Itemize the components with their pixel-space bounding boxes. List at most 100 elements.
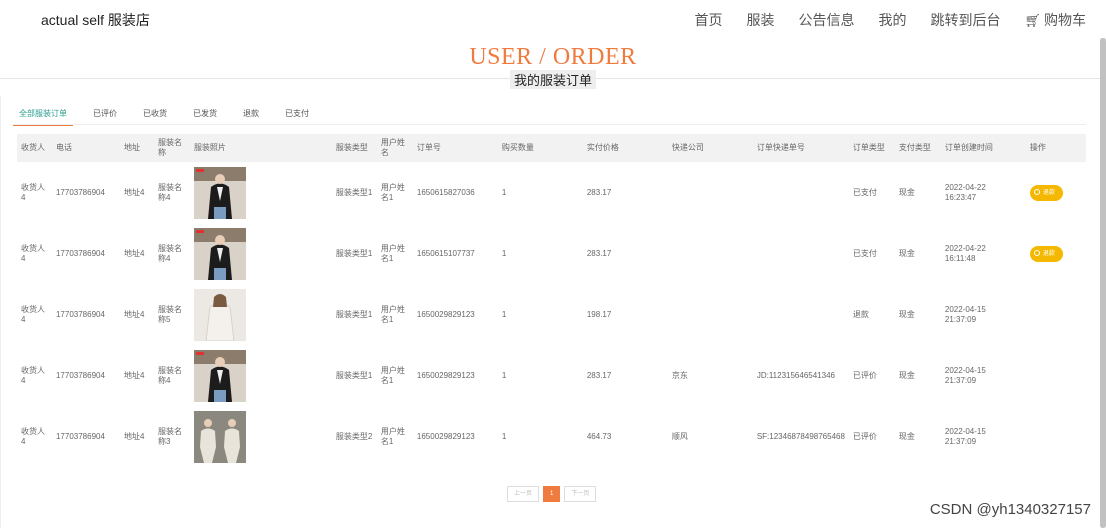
orders-table: 收货人 电话 地址 服装名称 服装照片 服装类型 用户姓名 订单号 购买数量 实… [17, 134, 1086, 467]
refund-icon [1033, 188, 1040, 195]
table-row: 收货人4 17703786904 地址4 服装名称5 服装类型1 用户姓名1 1… [17, 284, 1086, 345]
col-user-name: 用户姓名 [380, 138, 405, 157]
cell-photo [190, 345, 332, 406]
cell-created-time: 2022-04-15 21:37:09 [941, 406, 1026, 467]
created-clock: 16:23:47 [944, 192, 977, 202]
pagination: 上一页 1 下一页 [507, 486, 597, 502]
cell-phone: 17703786904 [55, 431, 105, 441]
col-clothing-photo: 服装照片 [193, 143, 226, 152]
prev-page-button[interactable]: 上一页 [507, 486, 540, 502]
cell-clothing-type: 服装类型1 [335, 187, 373, 197]
page-scrollbar[interactable] [1100, 38, 1106, 528]
nav-clothing[interactable]: 服装 [746, 10, 774, 30]
cart-icon: 🛒︎ [1024, 13, 1041, 28]
nav-announcements[interactable]: 公告信息 [798, 10, 854, 30]
clothing-photo[interactable] [193, 166, 246, 219]
refund-label: 退款 [1042, 250, 1055, 257]
cell-clothing-name: 服装名称3 [157, 426, 182, 446]
cell-address: 地址4 [123, 309, 145, 319]
cell-phone: 17703786904 [55, 187, 105, 197]
cell-order-type: 已支付 [852, 187, 877, 197]
col-address: 地址 [123, 143, 140, 152]
cell-photo [190, 284, 332, 345]
clothing-photo[interactable] [193, 288, 246, 341]
cell-recipient: 收货人4 [21, 365, 45, 385]
clothing-photo[interactable] [193, 410, 246, 463]
top-navbar: actual self 服装店 首页 服装 公告信息 我的 跳转到后台 🛒︎ 购物… [0, 0, 1106, 38]
cell-address: 地址4 [123, 431, 145, 441]
col-quantity: 购买数量 [501, 143, 534, 152]
cell-quantity: 1 [501, 248, 507, 258]
main-nav: 首页 服装 公告信息 我的 跳转到后台 🛒︎ 购物车 [694, 10, 1086, 30]
next-page-button[interactable]: 下一页 [564, 486, 597, 502]
refund-button[interactable]: 退款 [1029, 245, 1063, 262]
cell-quantity: 1 [501, 187, 507, 197]
col-price: 实付价格 [586, 143, 619, 152]
table-row: 收货人4 17703786904 地址4 服装名称4 服装类型1 用户姓名1 1… [17, 162, 1086, 223]
col-order-type: 订单类型 [852, 143, 885, 152]
cell-quantity: 1 [501, 431, 507, 441]
cell-courier [668, 162, 753, 223]
brand-logo[interactable]: actual self 服装店 [41, 10, 150, 30]
refund-button[interactable]: 退款 [1029, 184, 1063, 201]
watermark: CSDN @yh1340327157 [929, 501, 1091, 518]
col-clothing-name: 服装名称 [157, 138, 182, 157]
table-row: 收货人4 17703786904 地址4 服装名称4 服装类型1 用户姓名1 1… [17, 345, 1086, 406]
cell-created-time: 2022-04-22 16:11:48 [941, 223, 1026, 284]
cell-actions [1026, 406, 1086, 467]
cell-price: 283.17 [586, 248, 612, 258]
cell-actions [1026, 284, 1086, 345]
tab-received[interactable]: 已收货 [137, 104, 173, 126]
page-title: USER / ORDER [469, 44, 637, 70]
cell-clothing-name: 服装名称4 [157, 182, 182, 202]
cell-address: 地址4 [123, 187, 145, 197]
page-number-button[interactable]: 1 [543, 486, 561, 502]
cell-pay-type: 现金 [898, 309, 915, 319]
cell-tracking-no: JD:112315646541346 [756, 370, 835, 380]
page-subtitle: 我的服装订单 [509, 70, 597, 89]
created-date: 2022-04-15 [944, 426, 986, 436]
col-recipient: 收货人 [21, 143, 45, 152]
tab-all-orders[interactable]: 全部服装订单 [13, 104, 73, 126]
tab-reviewed[interactable]: 已评价 [87, 104, 123, 126]
nav-mine[interactable]: 我的 [878, 10, 906, 30]
cell-user-name: 用户姓名1 [380, 243, 405, 263]
col-actions: 操作 [1029, 143, 1046, 152]
scrollbar-thumb[interactable] [1100, 38, 1106, 528]
cell-quantity: 1 [501, 370, 507, 380]
cell-phone: 17703786904 [55, 309, 105, 319]
cell-clothing-name: 服装名称4 [157, 365, 182, 385]
refund-label: 退款 [1042, 189, 1055, 196]
cell-order-type: 已评价 [852, 370, 877, 380]
cell-tracking-no [753, 284, 849, 345]
cell-tracking-no [753, 162, 849, 223]
created-clock: 21:37:09 [944, 314, 977, 324]
order-tabs: 全部服装订单 已评价 已收货 已发货 退款 已支付 [13, 104, 315, 126]
cell-photo [190, 406, 332, 467]
cell-tracking-no [753, 223, 849, 284]
cell-tracking-no: SF:12346878498765468 [756, 431, 845, 441]
tab-refund[interactable]: 退款 [237, 104, 265, 126]
col-phone: 电话 [55, 143, 72, 152]
nav-cart[interactable]: 🛒︎ 购物车 [1024, 10, 1086, 30]
clothing-photo[interactable] [193, 227, 246, 280]
cell-user-name: 用户姓名1 [380, 182, 405, 202]
cell-photo [190, 162, 332, 223]
cell-order-type: 已支付 [852, 248, 877, 258]
cell-recipient: 收货人4 [21, 182, 45, 202]
cell-pay-type: 现金 [898, 248, 915, 258]
nav-admin[interactable]: 跳转到后台 [930, 10, 1000, 30]
cell-address: 地址4 [123, 370, 145, 380]
created-date: 2022-04-15 [944, 304, 986, 314]
tab-paid[interactable]: 已支付 [279, 104, 315, 126]
clothing-photo[interactable] [193, 349, 246, 402]
cell-clothing-type: 服装类型1 [335, 248, 373, 258]
table-row: 收货人4 17703786904 地址4 服装名称3 服装类型2 用户姓名1 1… [17, 406, 1086, 467]
nav-home[interactable]: 首页 [694, 10, 722, 30]
table-row: 收货人4 17703786904 地址4 服装名称4 服装类型1 用户姓名1 1… [17, 223, 1086, 284]
cell-pay-type: 现金 [898, 431, 915, 441]
col-pay-type: 支付类型 [898, 143, 931, 152]
cell-pay-type: 现金 [898, 187, 915, 197]
tab-shipped[interactable]: 已发货 [187, 104, 223, 126]
page-header: USER / ORDER 我的服装订单 [0, 38, 1106, 89]
